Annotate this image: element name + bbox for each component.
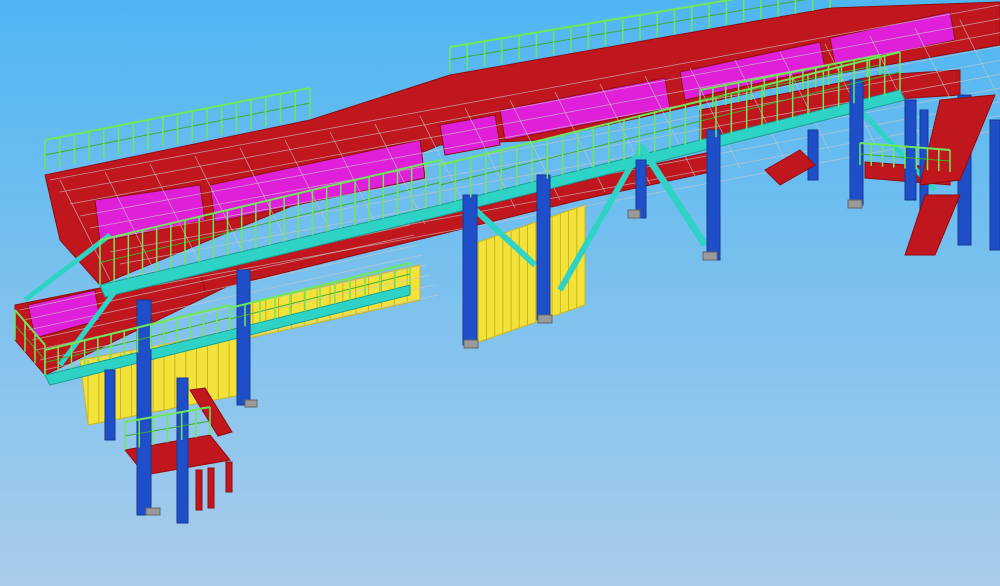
base-plate-3 <box>537 314 553 324</box>
base-plate-1 <box>145 507 161 516</box>
column-10 <box>807 129 819 181</box>
base-plate-2 <box>463 339 479 349</box>
model-viewport[interactable] <box>0 0 1000 586</box>
column-7 <box>635 159 647 219</box>
column-3 <box>236 269 251 406</box>
column-6 <box>536 174 551 321</box>
base-plate-7 <box>244 399 258 408</box>
structure-render <box>0 0 1000 586</box>
column-5 <box>462 194 478 346</box>
column-11 <box>904 99 917 201</box>
column-8 <box>706 129 721 261</box>
stair-post-3 <box>225 461 233 493</box>
stair-post-1 <box>195 469 203 511</box>
column-13 <box>989 119 1000 251</box>
base-plate-4 <box>702 251 718 261</box>
column-2 <box>176 377 189 524</box>
column-4 <box>104 369 116 441</box>
base-plate-5 <box>847 199 863 209</box>
column-1 <box>136 299 152 516</box>
stair-post-2 <box>207 467 215 509</box>
base-plate-6 <box>627 209 641 219</box>
